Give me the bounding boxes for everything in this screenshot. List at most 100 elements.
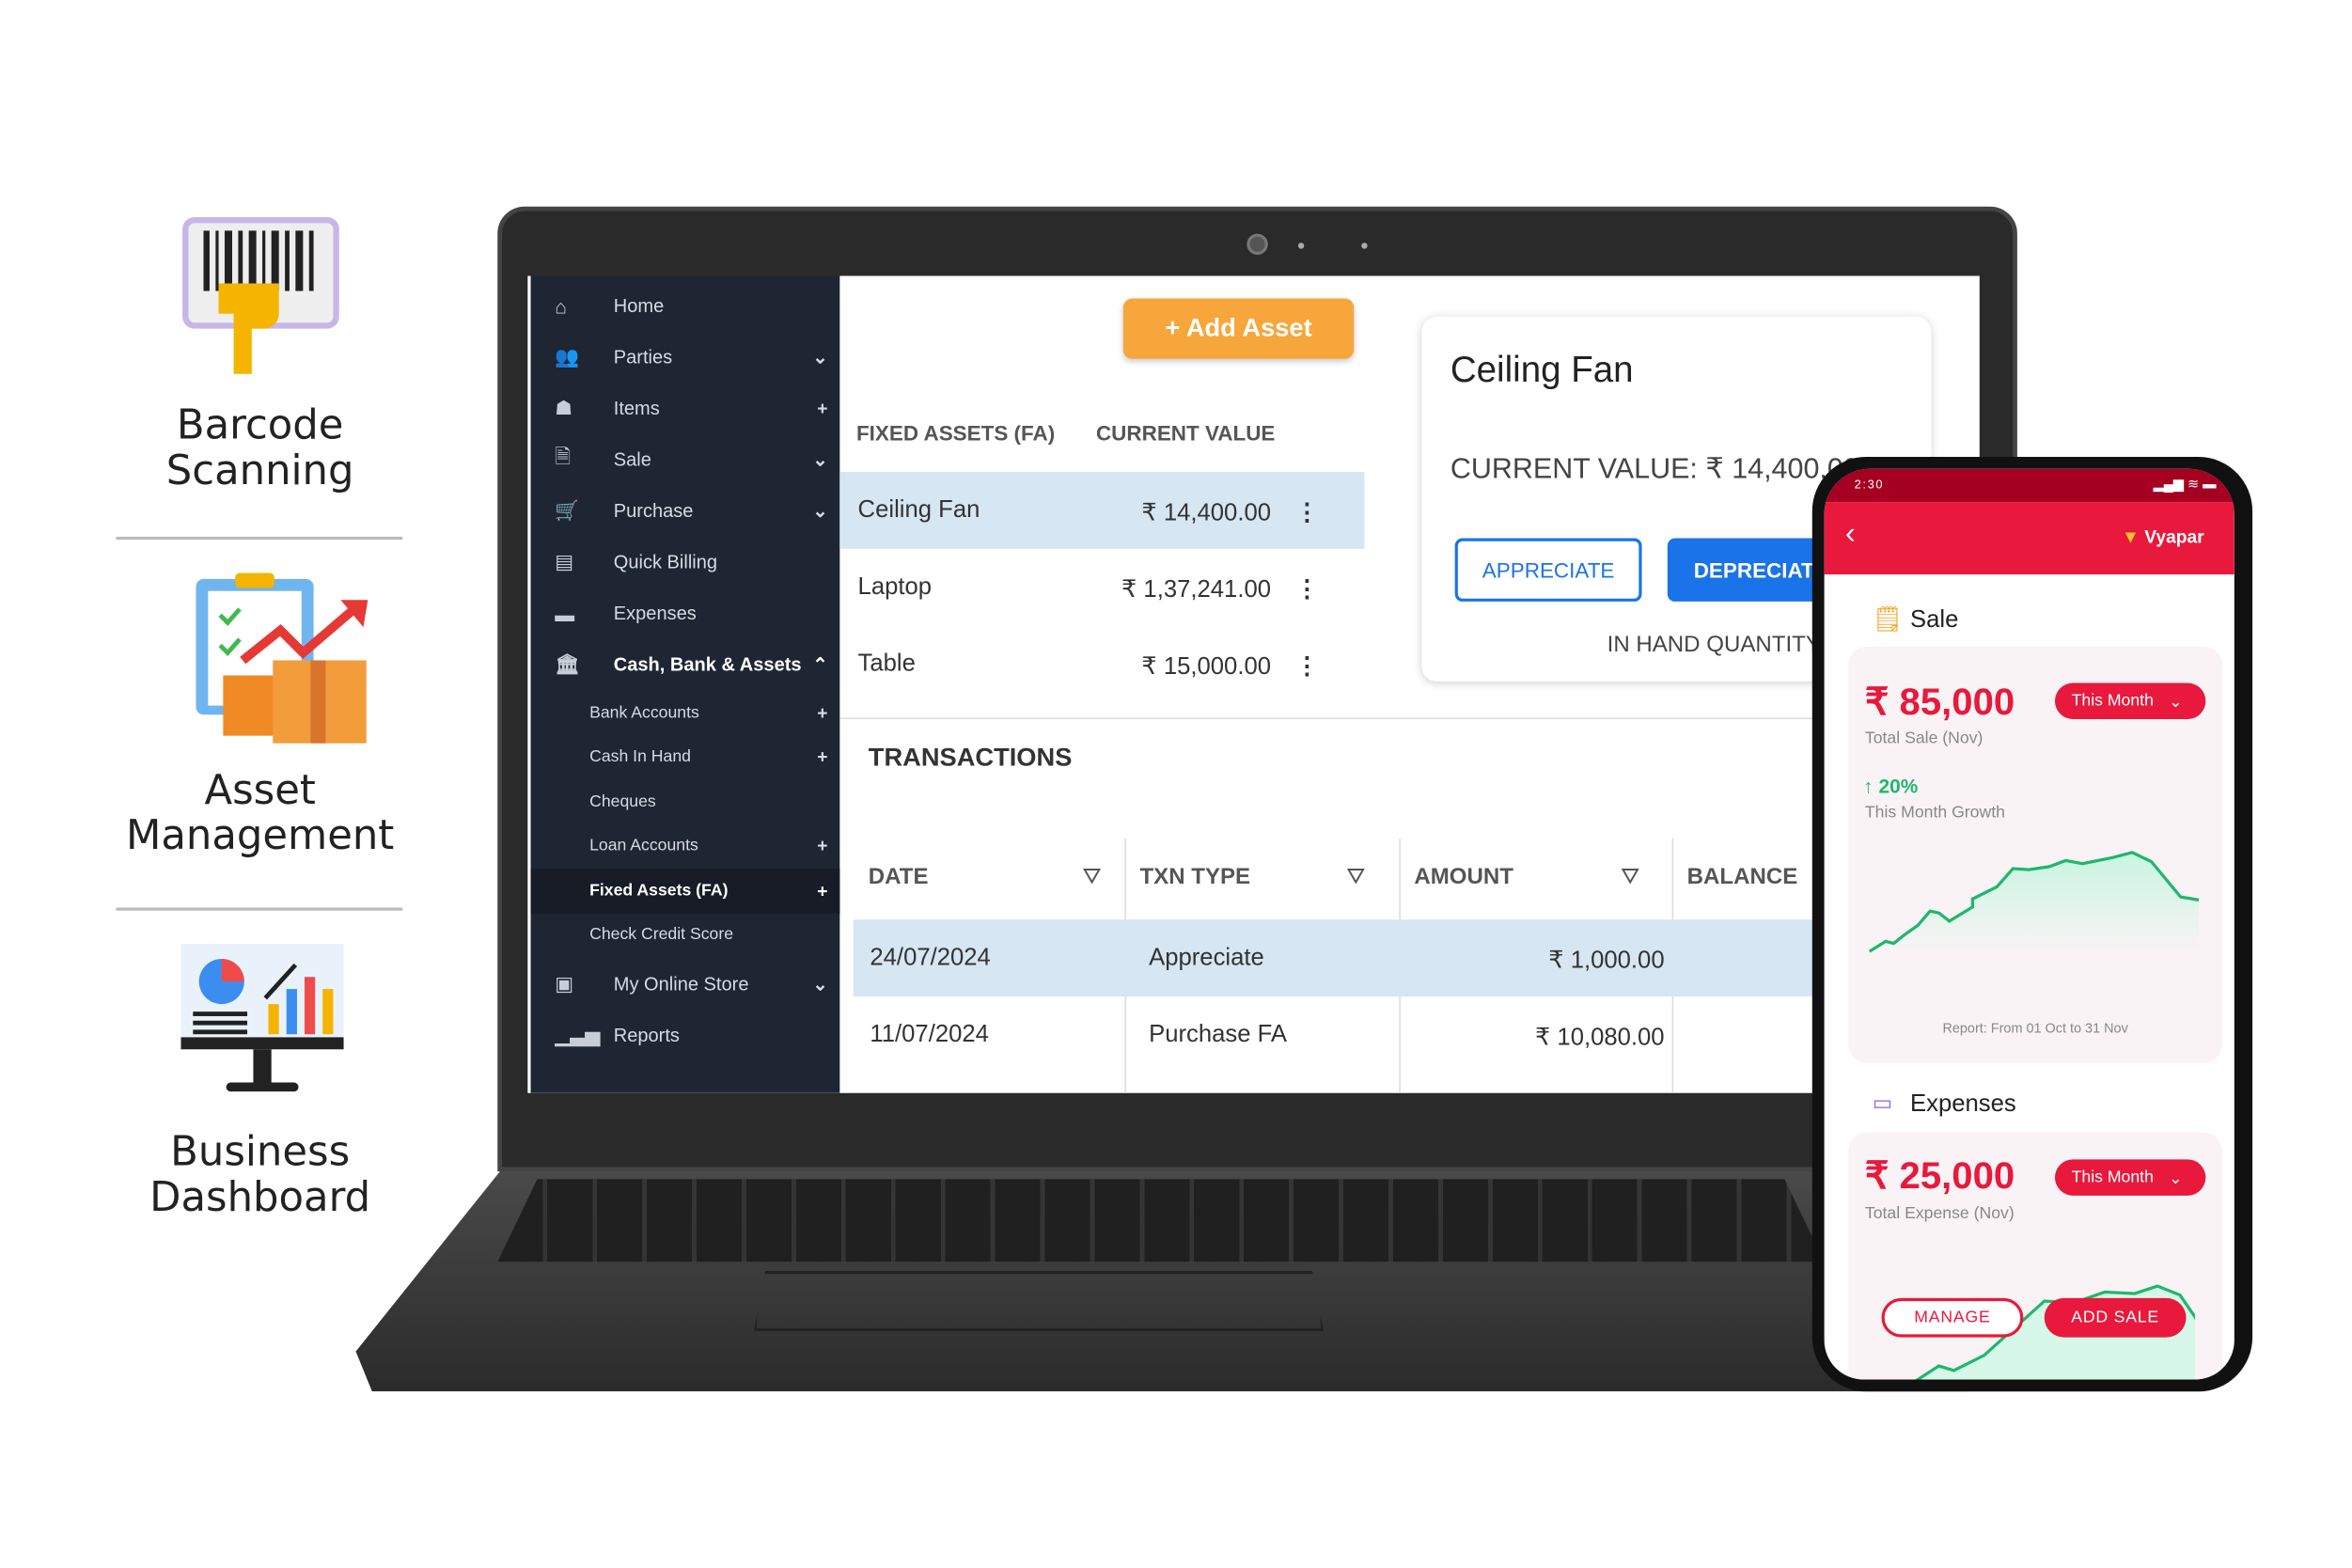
main-content: + Add Asset FIXED ASSETS (FA) CURRENT VA… (839, 275, 1980, 1093)
txn-col-header[interactable]: DATE ⛛ (869, 864, 1102, 889)
transactions-title: TRANSACTIONS (868, 743, 1073, 773)
current-value-text: CURRENT VALUE: ₹ 14,400.00 (1450, 453, 1859, 486)
reports-icon: ▁▃▅ (555, 1023, 601, 1047)
status-time: 2:30 (1854, 478, 1885, 492)
plus-icon[interactable]: + (817, 398, 827, 418)
more-options-icon[interactable]: ⋮ (1295, 497, 1320, 527)
filter-icon[interactable]: ⛛ (1621, 864, 1639, 889)
feature-barcode-label: Barcode Scanning (165, 402, 354, 495)
sidebar-item-label: Sale (613, 448, 651, 471)
expenses-title: Expenses (1910, 1091, 2016, 1118)
sidebar-item-check-credit-score[interactable]: Check Credit Score (531, 912, 840, 957)
chevron-down-icon[interactable]: ⌄ (812, 974, 827, 995)
chevron-down-icon: ⌄ (2168, 692, 2183, 712)
cart-icon: 🛒 (555, 498, 580, 522)
asset-name: Laptop (857, 574, 933, 601)
app-header: ‹ ▼ Vyapar (1824, 502, 2234, 575)
chevron-down-icon[interactable]: ⌄ (812, 500, 827, 521)
sidebar-item-quick-billing[interactable]: ▤ Quick Billing (531, 540, 840, 585)
feature-dashboard-label: Business Dashboard (149, 1129, 371, 1222)
sidebar-item-purchase[interactable]: 🛒 Purchase ⌄ (531, 489, 840, 534)
asset-row[interactable]: Laptop ₹ 1,37,241.00 ⋮ (839, 549, 1364, 626)
phone: 2:30 ▂▄▆ ≋ ▬ ‹ ▼ Vyapar 🗒 Sale ₹ 85,000 … (1811, 456, 2253, 1392)
growth-caption: This Month Growth (1864, 803, 2005, 823)
sidebar-item-bank-accounts[interactable]: Bank Accounts + (531, 691, 840, 736)
txn-row[interactable]: 24/07/2024 Appreciate ₹ 1,000.00 (853, 919, 1980, 997)
asset-detail-title: Ceiling Fan (1450, 350, 1634, 391)
asset-name: Table (857, 651, 916, 678)
sensor (1361, 243, 1368, 249)
sidebar-item-label: Cash, Bank & Assets (613, 654, 802, 676)
txn-date: 24/07/2024 (870, 945, 991, 971)
app-screen: ⌂ Home 👥 Parties ⌄ ☗ Items + 🗎 Sale ⌄ 🛒 Purchase ⌄ ▤ Qu… (527, 275, 1980, 1093)
col-header-value: CURRENT VALUE (1095, 420, 1276, 446)
appreciate-button[interactable]: APPRECIATE (1454, 538, 1642, 602)
phone-screen: 2:30 ▂▄▆ ≋ ▬ ‹ ▼ Vyapar 🗒 Sale ₹ 85,000 … (1824, 468, 2234, 1380)
sidebar-item-reports[interactable]: ▁▃▅ Reports (531, 1013, 840, 1058)
more-options-icon[interactable]: ⋮ (1295, 651, 1320, 682)
sidebar-item-label: Quick Billing (613, 551, 718, 573)
sidebar-item-label: Bank Accounts (589, 703, 699, 723)
col-header-assets: FIXED ASSETS (FA) (855, 420, 1056, 446)
arrow-up-icon: ↑ (1863, 775, 1874, 798)
txn-col-header[interactable]: BALANCE (1687, 864, 1798, 889)
sale-trend-chart (1868, 851, 2200, 953)
expense-amount: ₹ 25,000 (1864, 1154, 2015, 1198)
store-icon: ▣ (555, 972, 573, 996)
txn-col-header[interactable]: AMOUNT ⛛ (1414, 864, 1639, 889)
filter-icon[interactable]: ⛛ (1083, 864, 1102, 889)
add-asset-button[interactable]: + Add Asset (1122, 298, 1355, 359)
wallet-icon: ▭ (1872, 1090, 1893, 1115)
txn-amount: ₹ 10,080.00 (1534, 1025, 1665, 1051)
asset-boxes-icon (190, 570, 370, 747)
vyapar-logo: ▼ Vyapar (2121, 525, 2204, 548)
sale-title: Sale (1910, 607, 1959, 634)
plus-icon[interactable]: + (817, 836, 827, 856)
sidebar-item-sale[interactable]: 🗎 Sale ⌄ (531, 437, 840, 482)
sidebar-item-loan-accounts[interactable]: Loan Accounts + (531, 823, 840, 869)
plus-icon[interactable]: + (817, 881, 827, 902)
asset-row[interactable]: Table ₹ 15,000.00 ⋮ (839, 626, 1364, 703)
home-icon: ⌂ (555, 294, 567, 318)
sidebar-item-cash-bank-assets[interactable]: 🏛 Cash, Bank & Assets ⌃ (531, 642, 840, 687)
manage-button[interactable]: MANAGE (1881, 1297, 2024, 1338)
chevron-down-icon[interactable]: ⌄ (812, 449, 827, 470)
dashboard-monitor-icon (180, 943, 344, 1106)
add-sale-button[interactable]: ADD SALE (2044, 1297, 2187, 1338)
in-hand-quantity-label: IN HAND QUANTITY (1607, 631, 1821, 658)
expenses-card: ₹ 25,000 This Month ⌄ Total Expense (Nov) (1848, 1132, 2223, 1380)
sale-icon: 🗒 (1872, 607, 1904, 634)
sidebar-item-label: Cheques (589, 792, 656, 811)
asset-row[interactable]: Ceiling Fan ₹ 14,400.00 ⋮ (839, 471, 1365, 549)
txn-type: Appreciate (1149, 945, 1264, 971)
txn-row[interactable]: 11/07/2024 Purchase FA ₹ 10,080.00 (854, 996, 1980, 1074)
sidebar-item-my-online-store[interactable]: ▣ My Online Store ⌄ (531, 962, 840, 1007)
sidebar-item-cheques[interactable]: Cheques (531, 779, 840, 824)
more-options-icon[interactable]: ⋮ (1295, 574, 1320, 604)
chevron-down-icon[interactable]: ⌄ (812, 347, 827, 368)
back-icon[interactable]: ‹ (1845, 517, 1856, 552)
plus-icon[interactable]: + (817, 746, 827, 767)
sale-icon: 🗎 (555, 445, 571, 468)
sidebar-item-items[interactable]: ☗ Items + (531, 386, 840, 431)
plus-icon[interactable]: + (817, 702, 827, 723)
sidebar-item-label: My Online Store (613, 974, 749, 996)
sidebar-item-parties[interactable]: 👥 Parties ⌄ (531, 335, 840, 380)
filter-icon[interactable]: ⛛ (1346, 864, 1365, 889)
signal-wifi-battery-icon: ▂▄▆ ≋ ▬ (2153, 476, 2217, 492)
status-bar: 2:30 ▂▄▆ ≋ ▬ (1824, 468, 2234, 503)
sidebar-item-label: Cash In Hand (589, 747, 691, 766)
txn-col-header[interactable]: TXN TYPE ⛛ (1139, 864, 1365, 889)
wallet-icon: ▬ (555, 602, 575, 625)
chevron-down-icon: ⌄ (2168, 1168, 2183, 1187)
sidebar-item-label: Loan Accounts (589, 837, 698, 855)
sidebar-item-expenses[interactable]: ▬ Expenses (531, 591, 840, 636)
sidebar-item-home[interactable]: ⌂ Home (531, 284, 840, 329)
asset-value: ₹ 14,400.00 (1141, 500, 1272, 526)
sidebar-item-fixed-assets-fa[interactable]: Fixed Assets (FA) + (530, 868, 840, 914)
expense-period-dropdown[interactable]: This Month ⌄ (2054, 1159, 2206, 1196)
chevron-up-icon[interactable]: ⌃ (812, 654, 827, 675)
sale-period-dropdown[interactable]: This Month ⌄ (2054, 682, 2206, 720)
sidebar-item-cash-in-hand[interactable]: Cash In Hand + (531, 734, 840, 779)
sidebar-item-label: Fixed Assets (FA) (589, 882, 729, 901)
